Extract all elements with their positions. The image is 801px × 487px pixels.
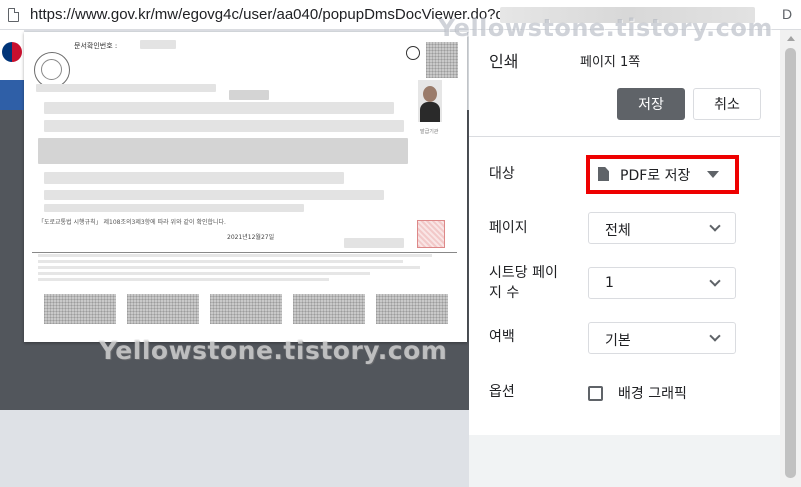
page-count: 페이지 1쪽 bbox=[580, 55, 641, 70]
background-graphics-checkbox[interactable] bbox=[588, 386, 603, 401]
address-bar[interactable]: https://www.gov.kr/mw/egovg4c/user/aa040… bbox=[0, 0, 801, 30]
document-icon bbox=[598, 167, 609, 181]
blurred-text bbox=[36, 84, 216, 92]
chevron-down-icon bbox=[709, 330, 721, 342]
barcode-block bbox=[210, 294, 282, 324]
pages-value: 전체 bbox=[605, 223, 631, 239]
blurred-text bbox=[344, 238, 404, 248]
official-seal-icon bbox=[34, 52, 70, 88]
document-note: 「도로교통법 시행규칙」 제108조의3제3항에 따라 위와 같이 확인합니다. bbox=[38, 219, 226, 226]
blurred-text bbox=[44, 102, 394, 114]
blurred-text bbox=[229, 90, 269, 100]
margins-select[interactable]: 기본 bbox=[588, 322, 736, 354]
emblem-icon bbox=[406, 46, 420, 60]
destination-value: PDF로 저장 bbox=[620, 168, 691, 184]
issuer-label: 발급기관 bbox=[420, 129, 439, 135]
options-label: 옵션 bbox=[489, 384, 515, 400]
url-trailing-text: D bbox=[782, 6, 793, 22]
document-number-label: 문서확인번호 : bbox=[74, 42, 118, 50]
qr-code bbox=[426, 42, 458, 78]
blurred-text bbox=[38, 138, 408, 164]
blurred-text bbox=[44, 190, 384, 200]
barcode-block bbox=[293, 294, 365, 324]
background-navbar bbox=[0, 80, 24, 110]
url-text[interactable]: https://www.gov.kr/mw/egovg4c/user/aa040… bbox=[30, 6, 513, 23]
divider bbox=[32, 252, 457, 253]
red-stamp bbox=[417, 220, 445, 248]
preview-page: 문서확인번호 : 발급기관 「도로교통법 시행규칙」 제108조의3제3항에 따… bbox=[24, 32, 467, 342]
id-photo bbox=[418, 80, 442, 122]
footnotes-blurred bbox=[38, 254, 453, 284]
pages-label: 페이지 bbox=[489, 220, 528, 236]
document-date: 2021년12월27일 bbox=[227, 234, 275, 241]
destination-label: 대상 bbox=[489, 166, 515, 182]
print-settings-panel: 인쇄 페이지 1쪽 저장 취소 대상 PDF로 저장 페이지 전체 시트당 페이… bbox=[469, 30, 780, 487]
barcode-block bbox=[376, 294, 448, 324]
save-button[interactable]: 저장 bbox=[617, 88, 685, 120]
margins-value: 기본 bbox=[605, 333, 631, 349]
barcode-block bbox=[127, 294, 199, 324]
blurred-text bbox=[44, 172, 344, 184]
blurred-text bbox=[140, 40, 176, 49]
pages-per-sheet-select[interactable]: 1 bbox=[588, 267, 736, 299]
chevron-down-icon bbox=[709, 220, 721, 232]
barcode-block bbox=[44, 294, 116, 324]
print-preview-area: 문서확인번호 : 발급기관 「도로교통법 시행규칙」 제108조의3제3항에 따… bbox=[0, 30, 469, 487]
blurred-text bbox=[44, 120, 404, 132]
destination-select[interactable]: PDF로 저장 bbox=[586, 155, 739, 194]
url-blurred-query bbox=[500, 7, 755, 23]
print-title: 인쇄 bbox=[489, 52, 519, 71]
scrollbar[interactable] bbox=[780, 30, 801, 487]
pages-per-sheet-label: 시트당 페이 지 수 bbox=[489, 265, 558, 301]
scroll-up-icon[interactable] bbox=[787, 36, 795, 41]
scrollbar-thumb[interactable] bbox=[785, 48, 796, 478]
dropdown-arrow-icon bbox=[707, 171, 719, 178]
background-graphics-label[interactable]: 배경 그래픽 bbox=[618, 383, 687, 403]
pages-per-sheet-value: 1 bbox=[605, 275, 614, 291]
gov-logo-icon bbox=[2, 42, 22, 62]
background-page-strip bbox=[0, 30, 24, 110]
chevron-down-icon bbox=[709, 275, 721, 287]
divider bbox=[469, 136, 780, 137]
margins-label: 여백 bbox=[489, 329, 515, 345]
pages-select[interactable]: 전체 bbox=[588, 212, 736, 244]
cancel-button[interactable]: 취소 bbox=[693, 88, 761, 120]
panel-footer bbox=[469, 435, 780, 487]
blurred-text bbox=[44, 204, 304, 212]
page-info-icon[interactable] bbox=[8, 8, 19, 22]
